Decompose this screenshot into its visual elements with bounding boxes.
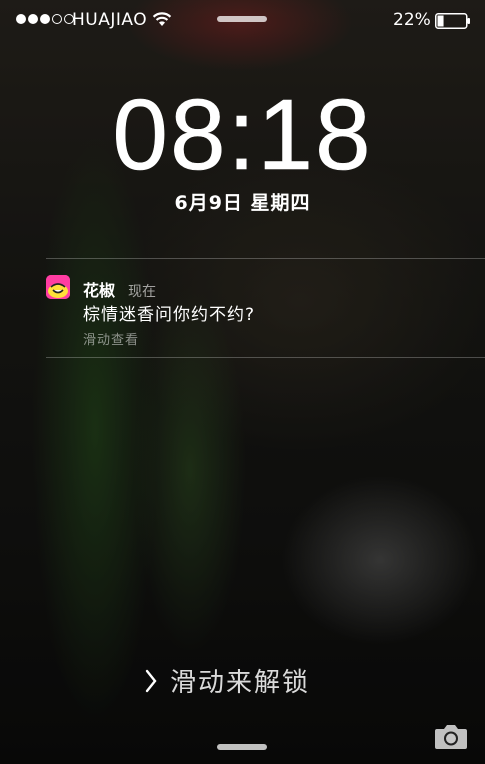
notification-center-grabber[interactable] [217,16,267,22]
wifi-icon [152,12,172,26]
notification-app-name: 花椒 [83,281,116,300]
lock-clock: 08:18 [112,79,373,192]
notification-bottom-divider [46,357,485,358]
battery-icon [435,13,470,29]
notification-time: 现在 [128,284,156,300]
huajiao-app-icon [46,275,70,299]
battery-percent: 22% [393,10,431,30]
lock-date: 6月9日 星期四 [174,192,311,214]
control-center-grabber[interactable] [217,744,267,750]
lock-screen: HUAJIAO 22% 08:18 6月9日 星期四 花椒 现在 棕情迷香问你约… [0,0,485,764]
signal-dots-icon [16,14,74,24]
notification-action-hint[interactable]: 滑动查看 [83,329,139,348]
notification-top-divider [46,258,485,259]
notification-message[interactable]: 棕情迷香问你约不约? [83,300,255,325]
slide-to-unlock[interactable]: 滑动来解锁 [144,662,310,699]
chevron-right-icon [145,669,157,692]
slide-to-unlock-label: 滑动来解锁 [170,668,311,698]
camera-icon[interactable] [434,722,468,750]
carrier-name: HUAJIAO [72,10,148,30]
